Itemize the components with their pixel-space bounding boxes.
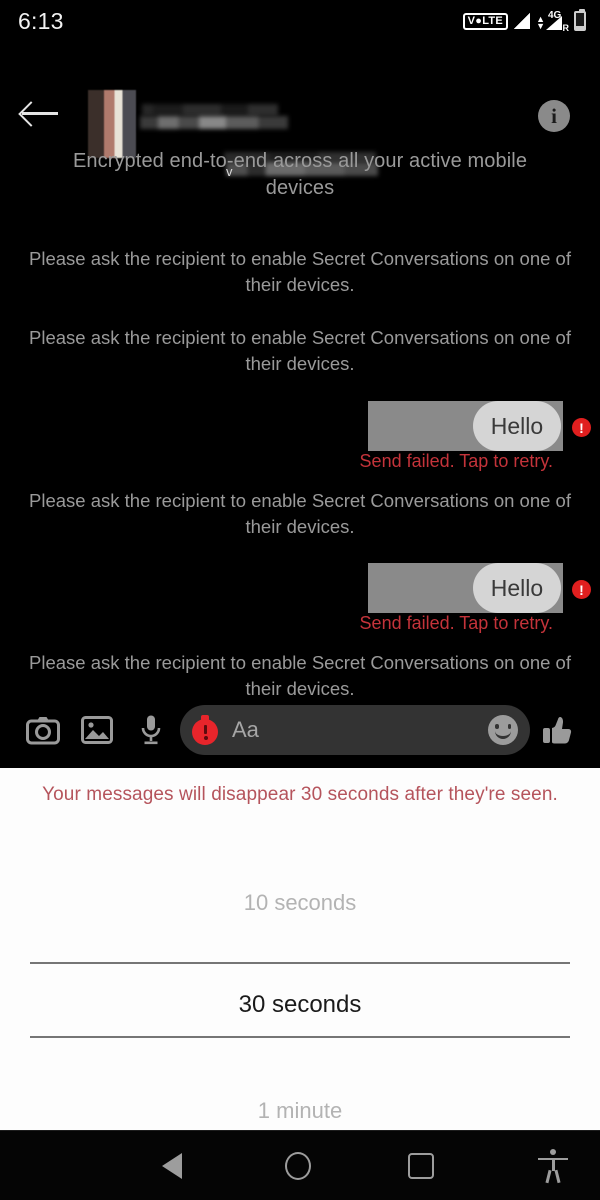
outgoing-bubble[interactable]: Hello [473, 563, 561, 613]
system-message: Please ask the recipient to enable Secre… [29, 327, 571, 374]
outgoing-bubble[interactable]: Hello [473, 401, 561, 451]
send-failed-label[interactable]: Send failed. Tap to retry. [0, 613, 600, 634]
timer-picker[interactable]: 10 seconds 30 seconds 1 minute [0, 830, 600, 1123]
thumbs-up-icon[interactable] [530, 714, 584, 746]
message-input-placeholder[interactable]: Aa [232, 717, 259, 743]
back-arrow-icon[interactable] [22, 100, 60, 126]
send-error-icon[interactable]: ! [572, 418, 591, 437]
network-type-icon: 4G R [546, 10, 570, 33]
microphone-icon[interactable] [124, 714, 178, 746]
volte-icon: V●LTE [462, 12, 509, 30]
accessibility-person-icon[interactable] [538, 1148, 568, 1183]
battery-icon [574, 9, 586, 31]
contact-name-redacted[interactable] [142, 104, 278, 116]
send-error-icon[interactable]: ! [572, 580, 591, 599]
timer-option-selected[interactable]: 30 seconds [0, 991, 600, 1019]
nav-home-circle-icon[interactable] [285, 1151, 311, 1180]
stopwatch-hand [204, 725, 207, 734]
accessibility-body [551, 1157, 555, 1171]
smiley-mouth [495, 731, 511, 739]
message-row-outgoing[interactable]: Hello ! [0, 401, 600, 451]
image-gallery-icon[interactable] [70, 715, 124, 745]
send-failed-label[interactable]: Send failed. Tap to retry. [0, 451, 600, 472]
android-navigation-bar [0, 1130, 600, 1200]
network-type-label: 4G [548, 10, 562, 21]
accessibility-head [550, 1148, 556, 1155]
roaming-indicator: R [561, 23, 570, 33]
accessibility-leg-left [545, 1169, 552, 1183]
message-composer: Aa [0, 694, 600, 766]
phone-screen: 6:13 V●LTE ▲ ▼ 4G R v i Encrypted end-to… [0, 0, 600, 1200]
camera-icon[interactable] [16, 715, 70, 745]
mobile-data-icon: ▲ ▼ 4G R [536, 10, 570, 33]
nav-back-triangle-icon[interactable] [162, 1152, 182, 1179]
message-input[interactable]: Aa [180, 705, 530, 755]
timer-option-above[interactable]: 10 seconds [0, 890, 600, 916]
conversation-header: v i [0, 42, 600, 179]
smiley-face-icon[interactable] [488, 715, 518, 745]
status-time: 6:13 [18, 7, 64, 34]
data-transfer-arrows-icon: ▲ ▼ [536, 14, 545, 31]
picker-divider-top [30, 962, 570, 964]
picker-divider-bottom [30, 1036, 570, 1038]
system-message: Please ask the recipient to enable Secre… [29, 490, 571, 537]
timer-note: Your messages will disappear 30 seconds … [42, 784, 558, 805]
stopwatch-timer-icon[interactable] [190, 715, 220, 745]
timer-option-below[interactable]: 1 minute [0, 1098, 600, 1124]
nav-recents-square-icon[interactable] [408, 1152, 434, 1179]
message-thread[interactable]: Encrypted end-to-end across all your act… [0, 142, 600, 699]
stopwatch-pivot [203, 736, 208, 740]
accessibility-leg-right [554, 1169, 561, 1183]
disappearing-timer-sheet: Your messages will disappear 30 seconds … [0, 768, 600, 1130]
contact-name-redacted-line2[interactable] [140, 116, 288, 129]
signal-triangle-icon [514, 13, 531, 29]
status-icons: V●LTE ▲ ▼ 4G R [462, 9, 586, 33]
encryption-notice: Encrypted end-to-end across all your act… [72, 150, 528, 199]
system-message: Please ask the recipient to enable Secre… [29, 248, 571, 295]
info-circle-icon[interactable]: i [538, 100, 570, 132]
message-row-outgoing[interactable]: Hello ! [0, 563, 600, 613]
status-bar: 6:13 V●LTE ▲ ▼ 4G R [0, 0, 600, 42]
